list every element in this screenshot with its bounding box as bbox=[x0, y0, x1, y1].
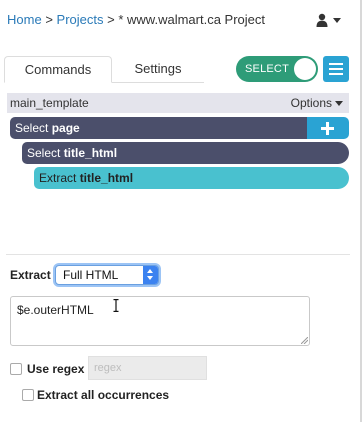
extract-type-select[interactable]: Full HTML bbox=[55, 265, 159, 285]
breadcrumb-projects-link[interactable]: Projects bbox=[57, 12, 104, 27]
breadcrumb-home-link[interactable]: Home bbox=[7, 12, 42, 27]
extract-all-checkbox[interactable] bbox=[22, 389, 34, 401]
breadcrumb: Home > Projects > * www.walmart.ca Proje… bbox=[7, 12, 265, 27]
tab-commands[interactable]: Commands bbox=[4, 56, 112, 83]
command-name: title_html bbox=[63, 146, 118, 160]
command-name: page bbox=[51, 121, 80, 135]
template-name: main_template bbox=[10, 96, 89, 110]
tab-bar: Commands Settings bbox=[4, 56, 204, 83]
regex-placeholder: regex bbox=[94, 362, 122, 374]
chevron-down-icon bbox=[333, 18, 341, 23]
command-prefix: Select bbox=[15, 121, 52, 135]
user-menu[interactable] bbox=[314, 11, 344, 29]
text-cursor-icon bbox=[113, 299, 119, 312]
tab-settings[interactable]: Settings bbox=[112, 56, 204, 82]
menu-button[interactable] bbox=[323, 56, 349, 82]
divider bbox=[6, 254, 350, 255]
add-command-button[interactable] bbox=[307, 117, 349, 139]
command-row-select-page[interactable]: Select page bbox=[10, 117, 307, 139]
breadcrumb-current-project: * www.walmart.ca Project bbox=[118, 12, 265, 27]
options-dropdown[interactable]: Options bbox=[291, 93, 343, 113]
use-regex-checkbox[interactable] bbox=[10, 363, 22, 375]
breadcrumb-separator: > bbox=[45, 12, 53, 27]
extract-expression-textarea[interactable]: $e.outerHTML bbox=[10, 296, 310, 346]
select-arrows-icon bbox=[143, 266, 158, 284]
user-icon bbox=[316, 13, 328, 27]
extract-all-label: Extract all occurrences bbox=[37, 388, 170, 402]
select-toggle[interactable]: SELECT bbox=[236, 56, 318, 82]
resize-handle-icon[interactable] bbox=[301, 337, 308, 344]
regex-input[interactable]: regex bbox=[88, 356, 207, 380]
command-row-select-title-html[interactable]: Select title_html bbox=[22, 142, 349, 164]
extract-expression-text: $e.outerHTML bbox=[17, 303, 94, 317]
options-label: Options bbox=[290, 96, 332, 110]
command-name: title_html bbox=[79, 171, 134, 185]
command-prefix: Extract bbox=[39, 171, 80, 185]
command-prefix: Select bbox=[27, 146, 64, 160]
extract-label: Extract bbox=[10, 268, 51, 282]
template-bar: main_template Options bbox=[7, 93, 349, 113]
caret-down-icon bbox=[335, 101, 343, 107]
extract-type-value: Full HTML bbox=[63, 268, 119, 282]
toggle-knob bbox=[294, 58, 316, 80]
breadcrumb-separator: > bbox=[107, 12, 115, 27]
command-row-extract-title-html[interactable]: Extract title_html bbox=[34, 167, 349, 189]
use-regex-label: Use regex bbox=[27, 362, 85, 376]
select-toggle-label: SELECT bbox=[245, 63, 289, 75]
